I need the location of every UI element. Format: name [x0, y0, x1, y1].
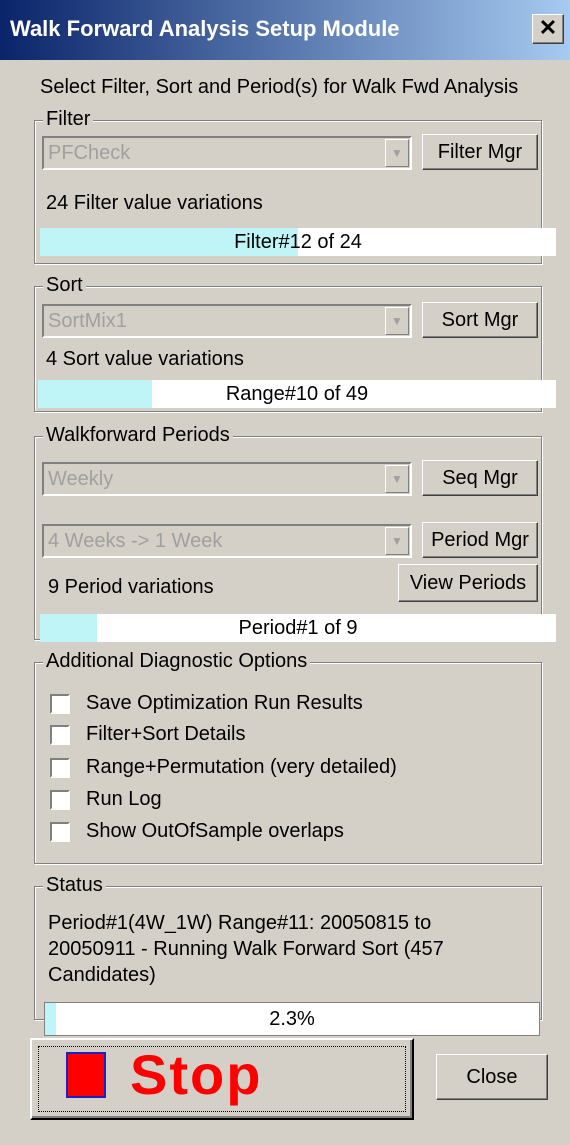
filter-progress-bar: Filter#12 of 24 — [40, 228, 556, 256]
status-message-line-3: Candidates) — [48, 964, 156, 986]
status-legend: Status — [43, 874, 106, 897]
filter-legend: Filter — [43, 108, 94, 131]
checkbox[interactable] — [50, 725, 70, 745]
stop-label: Stop — [130, 1043, 263, 1106]
option-label: Run Log — [86, 788, 162, 810]
sort-progress-bar: Range#10 of 49 — [38, 380, 556, 408]
period-progress-text: Period#1 of 9 — [238, 617, 358, 639]
status-progress-bar: 2.3% — [44, 1002, 540, 1036]
option-label: Filter+Sort Details — [86, 723, 246, 745]
close-icon[interactable]: ✕ — [532, 14, 564, 44]
sort-progress-text: Range#10 of 49 — [225, 383, 369, 405]
checkbox[interactable] — [50, 822, 70, 842]
option-label: Range+Permutation (very detailed) — [86, 756, 397, 778]
title-bar[interactable]: Walk Forward Analysis Setup Module ✕ — [0, 0, 570, 60]
sort-variations-text: 4 Sort value variations — [46, 348, 244, 370]
view-periods-label: View Periods — [409, 572, 527, 594]
period-select[interactable]: 4 Weeks -> 1 Week ▼ — [42, 524, 412, 558]
stop-icon — [66, 1052, 106, 1098]
sort-select[interactable]: SortMix1 ▼ — [42, 304, 412, 338]
filter-select[interactable]: PFCheck ▼ — [42, 136, 412, 170]
option-label: Show OutOfSample overlaps — [86, 820, 344, 842]
filter-manager-label: Filter Mgr — [437, 141, 523, 163]
period-manager-label: Period Mgr — [431, 529, 529, 551]
sequence-select[interactable]: Weekly ▼ — [42, 462, 412, 496]
sequence-manager-label: Seq Mgr — [442, 467, 518, 489]
sort-legend: Sort — [43, 274, 86, 297]
chevron-down-icon[interactable]: ▼ — [385, 307, 409, 335]
checkbox[interactable] — [50, 758, 70, 778]
chevron-down-icon[interactable]: ▼ — [385, 139, 409, 167]
sequence-select-value: Weekly — [48, 468, 114, 490]
filter-select-value: PFCheck — [48, 142, 131, 164]
instructions-text: Select Filter, Sort and Period(s) for Wa… — [40, 76, 519, 98]
filter-variations-text: 24 Filter value variations — [46, 192, 263, 214]
sort-select-value: SortMix1 — [48, 310, 127, 332]
close-label: Close — [466, 1066, 518, 1088]
sort-manager-button[interactable]: Sort Mgr — [422, 302, 538, 338]
diagnostics-legend: Additional Diagnostic Options — [43, 650, 311, 673]
stop-button[interactable]: Stop — [30, 1038, 414, 1120]
filter-manager-button[interactable]: Filter Mgr — [422, 134, 538, 170]
periods-legend: Walkforward Periods — [43, 424, 233, 447]
sequence-manager-button[interactable]: Seq Mgr — [422, 460, 538, 496]
status-message-line-2: 20050911 - Running Walk Forward Sort (45… — [48, 938, 444, 960]
chevron-down-icon[interactable]: ▼ — [385, 527, 409, 555]
period-variations-text: 9 Period variations — [48, 576, 214, 598]
period-select-value: 4 Weeks -> 1 Week — [48, 530, 223, 552]
chevron-down-icon[interactable]: ▼ — [385, 465, 409, 493]
close-button[interactable]: Close — [436, 1054, 548, 1100]
sort-manager-label: Sort Mgr — [441, 309, 519, 331]
period-progress-bar: Period#1 of 9 — [40, 614, 556, 642]
option-label: Save Optimization Run Results — [86, 692, 363, 714]
view-periods-button[interactable]: View Periods — [398, 564, 538, 602]
checkbox[interactable] — [50, 694, 70, 714]
status-progress-text: 2.3% — [269, 1008, 315, 1030]
window-title: Walk Forward Analysis Setup Module — [10, 16, 400, 41]
checkbox[interactable] — [50, 790, 70, 810]
filter-progress-text: Filter#12 of 24 — [234, 231, 362, 253]
period-manager-button[interactable]: Period Mgr — [422, 522, 538, 558]
dialog-window: Walk Forward Analysis Setup Module ✕ Sel… — [0, 0, 570, 1145]
status-message-line-1: Period#1(4W_1W) Range#11: 20050815 to — [48, 912, 432, 934]
